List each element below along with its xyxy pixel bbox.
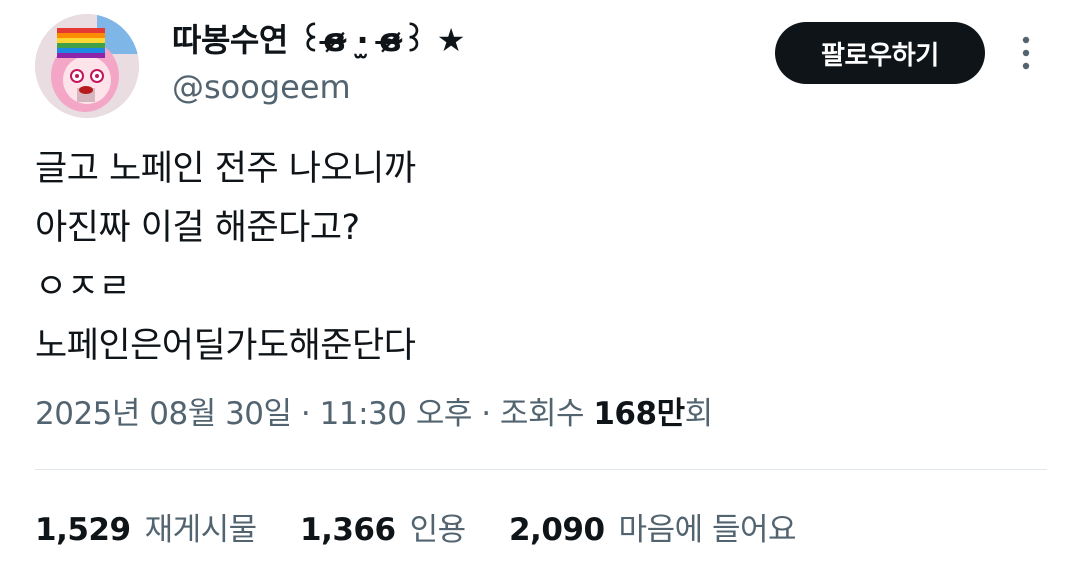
views-label: 조회수	[499, 396, 594, 432]
meta-separator: ·	[291, 396, 320, 432]
anime-avatar-icon	[35, 14, 139, 118]
likes-stat[interactable]: 2,090 마음에 들어요	[508, 508, 797, 552]
more-vertical-icon[interactable]	[1013, 34, 1039, 74]
quotes-label: 인용	[409, 512, 467, 548]
likes-count: 2,090	[508, 512, 605, 548]
quotes-count: 1,366	[300, 512, 396, 548]
views-unit: 만	[656, 396, 686, 432]
engagement-stats: 1,529 재게시물 1,366 인용 2,090 마음에 들어요	[35, 508, 830, 552]
tweet-meta: 2025년 08월 30일 · 11:30 오후 · 조회수 168만회	[35, 392, 713, 436]
views-suffix: 회	[684, 396, 714, 432]
reposts-stat[interactable]: 1,529 재게시물	[35, 508, 257, 552]
tweet-text: 글고 노페인 전주 나오니까 아진짜 이걸 해준다고? ㅇㅈㄹ 노페인은어딜가도…	[35, 140, 1045, 376]
tweet-line: 글고 노페인 전주 나오니까	[35, 149, 416, 189]
tweet-line: ㅇㅈㄹ	[35, 267, 131, 307]
tweet-time[interactable]: 11:30 오후	[320, 396, 473, 432]
meta-separator: ·	[471, 396, 500, 432]
quotes-stat[interactable]: 1,366 인용	[300, 508, 466, 552]
author-handle[interactable]: @soogeem	[172, 66, 351, 108]
author-display-name[interactable]: 따봉수연 ꒰ɞ̴̶̷ ·̫ ɞ̴̶̷꒱ ★	[172, 18, 465, 62]
reposts-label: 재게시물	[144, 512, 258, 548]
divider	[35, 469, 1047, 470]
views-count: 168	[593, 396, 657, 432]
avatar[interactable]	[35, 14, 139, 118]
tweet-line: 노페인은어딜가도해준단다	[35, 326, 416, 366]
reposts-count: 1,529	[35, 512, 131, 548]
tweet-date[interactable]: 2025년 08월 30일	[35, 396, 292, 432]
tweet-line: 아진짜 이걸 해준다고?	[35, 208, 360, 248]
follow-button[interactable]: 팔로우하기	[775, 22, 985, 84]
likes-label: 마음에 들어요	[618, 512, 797, 548]
